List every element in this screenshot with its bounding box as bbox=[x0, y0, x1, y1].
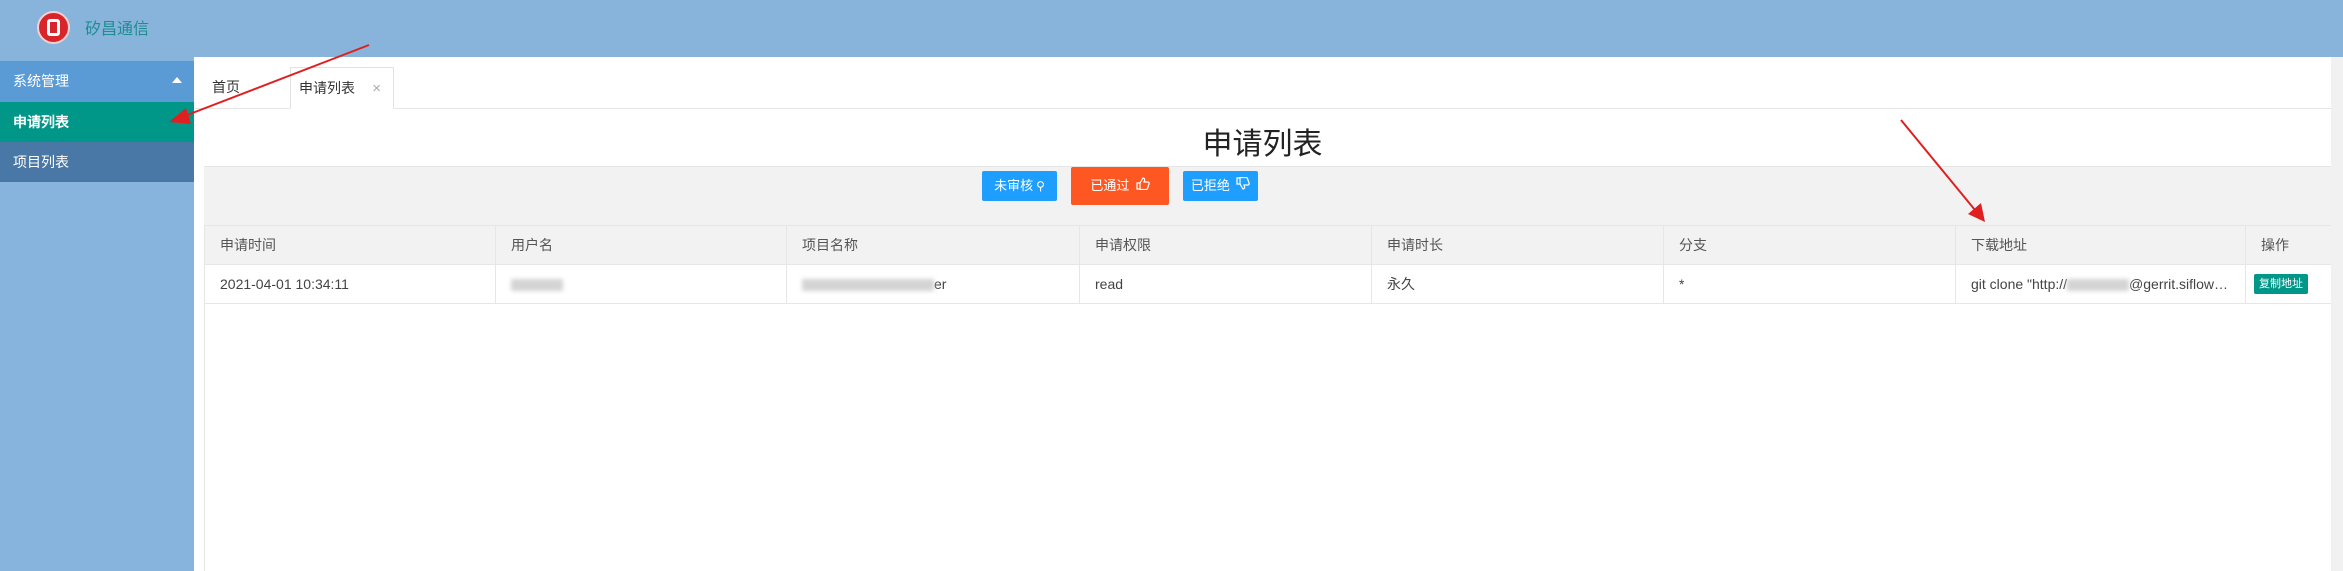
cell-permission: read bbox=[1079, 264, 1372, 304]
brand-name: 矽昌通信 bbox=[85, 19, 150, 38]
tab-home[interactable]: 首页 bbox=[204, 67, 284, 108]
sidebar: 系统管理 申请列表 项目列表 bbox=[0, 57, 194, 571]
caret-up-icon bbox=[172, 77, 182, 83]
cell-apply-time: 2021-04-01 10:34:11 bbox=[204, 264, 496, 304]
sidebar-item-project-list[interactable]: 项目列表 bbox=[0, 142, 194, 182]
table-row[interactable]: 2021-04-01 10:34:11 er read 永久 * git clo… bbox=[204, 264, 2332, 304]
url-prefix: git clone "http:// bbox=[1971, 276, 2068, 292]
filter-approved-label: 已通过 bbox=[1090, 178, 1130, 193]
table-header-row: 申请时间 用户名 项目名称 申请权限 申请时长 分支 下载地址 操作 bbox=[204, 225, 2332, 265]
page-title: 申请列表 bbox=[1202, 127, 1323, 162]
vertical-scrollbar[interactable] bbox=[2331, 57, 2343, 571]
cell-username bbox=[495, 264, 787, 304]
cell-branch: * bbox=[1663, 264, 1956, 304]
filter-rejected-button[interactable]: 已拒绝 bbox=[1183, 171, 1258, 201]
tab-application-list[interactable]: 申请列表 × bbox=[290, 67, 394, 109]
filter-unreviewed-label: 未审核 bbox=[994, 178, 1034, 193]
redacted-credentials bbox=[2067, 279, 2130, 292]
thumbs-up-icon bbox=[1132, 177, 1150, 193]
column-header[interactable]: 分支 bbox=[1663, 225, 1956, 265]
tab-bar: 首页 申请列表 × bbox=[194, 57, 2331, 109]
column-header[interactable]: 用户名 bbox=[495, 225, 787, 265]
project-name-visible-suffix: er bbox=[934, 276, 947, 292]
tab-label: 申请列表 bbox=[299, 80, 355, 96]
thumbs-down-icon bbox=[1233, 176, 1250, 193]
sidebar-group-label: 系统管理 bbox=[13, 73, 69, 89]
company-logo[interactable] bbox=[37, 11, 70, 44]
cell-action: 复制地址 bbox=[2245, 264, 2332, 304]
column-header[interactable]: 申请时间 bbox=[204, 225, 496, 265]
column-header[interactable]: 申请时长 bbox=[1371, 225, 1664, 265]
main-content: 首页 申请列表 × 申请列表 申请时间 用户名 项目名称 申请权限 申请时长 分… bbox=[194, 57, 2332, 571]
application-table: 申请时间 用户名 项目名称 申请权限 申请时长 分支 下载地址 操作 2021-… bbox=[204, 225, 2332, 304]
filter-unreviewed-button[interactable]: 未审核 ⚲ bbox=[982, 171, 1057, 201]
redacted-username bbox=[511, 279, 563, 292]
sidebar-group-system-management[interactable]: 系统管理 bbox=[0, 61, 194, 102]
filter-rejected-label: 已拒绝 bbox=[1190, 178, 1230, 193]
column-header[interactable]: 下载地址 bbox=[1955, 225, 2246, 265]
cell-duration: 永久 bbox=[1371, 264, 1664, 304]
close-icon[interactable]: × bbox=[372, 68, 381, 109]
filter-approved-button[interactable]: 已通过 bbox=[1071, 167, 1169, 205]
filter-bar bbox=[204, 166, 2331, 226]
column-header[interactable]: 申请权限 bbox=[1079, 225, 1372, 265]
cell-download-url: git clone "http:// @gerrit.siflower... bbox=[1955, 264, 2246, 304]
sidebar-item-application-list[interactable]: 申请列表 bbox=[0, 102, 194, 142]
cell-project-name: er bbox=[786, 264, 1080, 304]
column-header[interactable]: 操作 bbox=[2245, 225, 2332, 265]
table-empty-area bbox=[204, 303, 2331, 571]
top-header: 矽昌通信 bbox=[0, 0, 2343, 57]
redacted-project-name bbox=[802, 279, 934, 292]
url-suffix: @gerrit.siflower... bbox=[2129, 276, 2238, 292]
copy-address-button[interactable]: 复制地址 bbox=[2254, 274, 2308, 294]
column-header[interactable]: 项目名称 bbox=[786, 225, 1080, 265]
search-icon: ⚲ bbox=[1036, 179, 1045, 193]
